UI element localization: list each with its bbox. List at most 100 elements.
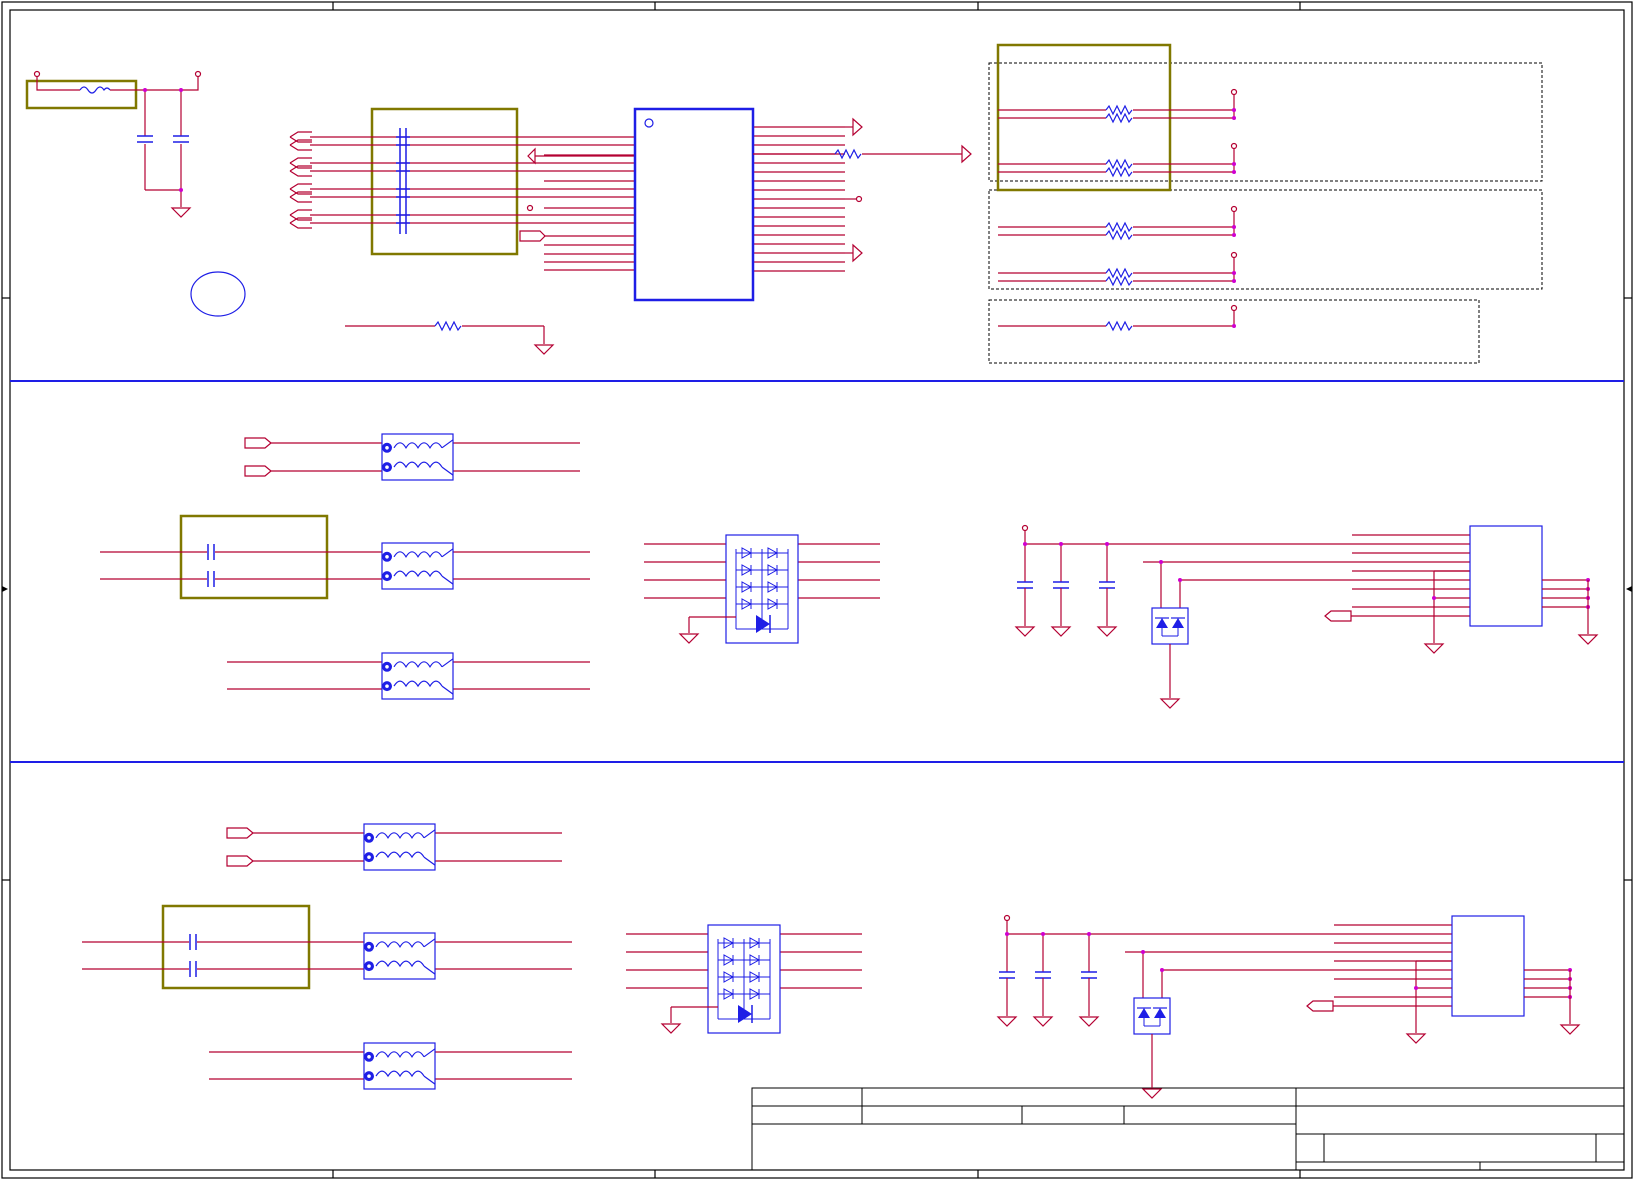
port-flag-icon bbox=[852, 117, 863, 137]
ground-icon bbox=[1577, 634, 1599, 645]
common-mode-choke-icon bbox=[381, 652, 454, 700]
port-flag-icon bbox=[244, 437, 272, 449]
junction-dot bbox=[1432, 596, 1436, 600]
ground-icon bbox=[1078, 1016, 1100, 1027]
junction-dot bbox=[1041, 932, 1045, 936]
ground-icon bbox=[996, 1016, 1018, 1027]
resistor-icon bbox=[1105, 112, 1133, 124]
ground-icon bbox=[1014, 626, 1036, 637]
power-pin-icon bbox=[1230, 304, 1238, 312]
highlight-box bbox=[161, 904, 311, 990]
common-mode-choke-icon bbox=[363, 823, 436, 871]
ground-icon bbox=[1423, 643, 1445, 654]
resistor-icon bbox=[1105, 166, 1133, 178]
junction-dot bbox=[1232, 225, 1236, 229]
schematic-drawing bbox=[1, 1, 1633, 1179]
port-flag-icon bbox=[527, 147, 536, 165]
ground-icon bbox=[1159, 698, 1181, 709]
tvs-diode-icon bbox=[1151, 607, 1189, 645]
resistor-icon bbox=[1105, 221, 1133, 233]
resistor-icon bbox=[1105, 229, 1133, 241]
highlight-box bbox=[179, 514, 329, 600]
sheet-frame bbox=[1, 1, 1633, 1179]
resistor-icon bbox=[1105, 158, 1133, 170]
power-pin-icon bbox=[1230, 142, 1238, 150]
junction-dot bbox=[1023, 542, 1027, 546]
capacitor-icon bbox=[1035, 971, 1051, 979]
ground-icon bbox=[1141, 1088, 1163, 1099]
junction-dot bbox=[1105, 542, 1109, 546]
mounting-hole-icon bbox=[190, 271, 246, 317]
common-mode-choke-icon bbox=[363, 1042, 436, 1090]
resistor-groups bbox=[988, 43, 1543, 364]
ground-icon bbox=[660, 1023, 682, 1034]
junction-dot bbox=[1087, 932, 1091, 936]
port-flag-icon bbox=[519, 230, 546, 242]
junction-dot bbox=[1232, 162, 1236, 166]
highlight-box bbox=[370, 107, 519, 256]
interface-channel-b bbox=[82, 823, 1581, 1099]
power-pin-icon bbox=[1230, 205, 1238, 213]
junction-dot bbox=[1232, 324, 1236, 328]
power-pin-icon bbox=[1230, 88, 1238, 96]
interface-channel-a bbox=[100, 433, 1599, 709]
junction-dot bbox=[1232, 233, 1236, 237]
power-pin-icon bbox=[1003, 914, 1011, 922]
ground-icon bbox=[678, 633, 700, 644]
capacitor-icon bbox=[207, 544, 215, 560]
tvs-diode-icon bbox=[707, 924, 781, 1034]
junction-dot bbox=[1159, 560, 1163, 564]
capacitor-icon bbox=[189, 961, 197, 977]
power-pin-icon bbox=[33, 70, 41, 78]
main-ic bbox=[633, 107, 972, 302]
common-mode-choke-icon bbox=[381, 433, 454, 481]
junction-dot bbox=[1232, 108, 1236, 112]
port-flag-icon bbox=[226, 827, 254, 839]
signal-input-cap-array bbox=[289, 107, 635, 271]
junction-dot bbox=[1232, 271, 1236, 275]
resistor-icon bbox=[434, 320, 462, 332]
ground-icon bbox=[170, 207, 192, 218]
port-flag-icon bbox=[961, 144, 972, 164]
port-flag-icon bbox=[1324, 610, 1352, 622]
schematic-sheet bbox=[0, 0, 1634, 1180]
junction-dot bbox=[1232, 279, 1236, 283]
capacitor-icon bbox=[1099, 581, 1115, 589]
ground-icon bbox=[1032, 1016, 1054, 1027]
junction-dot bbox=[1160, 968, 1164, 972]
pulldown-resistor bbox=[345, 320, 555, 355]
junction-dot bbox=[1232, 116, 1236, 120]
resistor-icon bbox=[1105, 275, 1133, 287]
junction-dot bbox=[1059, 542, 1063, 546]
ic-package-icon bbox=[1469, 525, 1543, 627]
ic-package-icon bbox=[1451, 915, 1525, 1017]
common-mode-choke-icon bbox=[381, 542, 454, 590]
ground-icon bbox=[1050, 626, 1072, 637]
resistor-icon bbox=[1105, 320, 1133, 332]
power-pin-icon bbox=[1021, 524, 1029, 532]
power-pin-icon bbox=[1230, 251, 1238, 259]
tvs-diode-icon bbox=[1133, 997, 1171, 1035]
ground-icon bbox=[533, 344, 555, 355]
capacitor-icon bbox=[1081, 971, 1097, 979]
port-flag-icon bbox=[226, 855, 254, 867]
ic-package-icon bbox=[633, 107, 755, 302]
capacitor-icon bbox=[207, 571, 215, 587]
capacitor-icon bbox=[1053, 581, 1069, 589]
power-pin-icon bbox=[194, 70, 202, 78]
capacitor-icon bbox=[1017, 581, 1033, 589]
capacitor-icon bbox=[999, 971, 1015, 979]
tvs-diode-icon bbox=[725, 534, 799, 644]
capacitor-icon bbox=[189, 934, 197, 950]
junction-dot bbox=[1178, 578, 1182, 582]
resistor-icon bbox=[1105, 104, 1133, 116]
junction-dot bbox=[1414, 986, 1418, 990]
power-input-filter bbox=[25, 70, 202, 218]
ground-icon bbox=[1405, 1033, 1427, 1044]
title-block bbox=[751, 1087, 1625, 1171]
ground-icon bbox=[1559, 1024, 1581, 1035]
port-flag-icon bbox=[244, 465, 272, 477]
junction-dot bbox=[1005, 932, 1009, 936]
fuse-icon bbox=[79, 86, 111, 94]
resistor-icon bbox=[1105, 267, 1133, 279]
